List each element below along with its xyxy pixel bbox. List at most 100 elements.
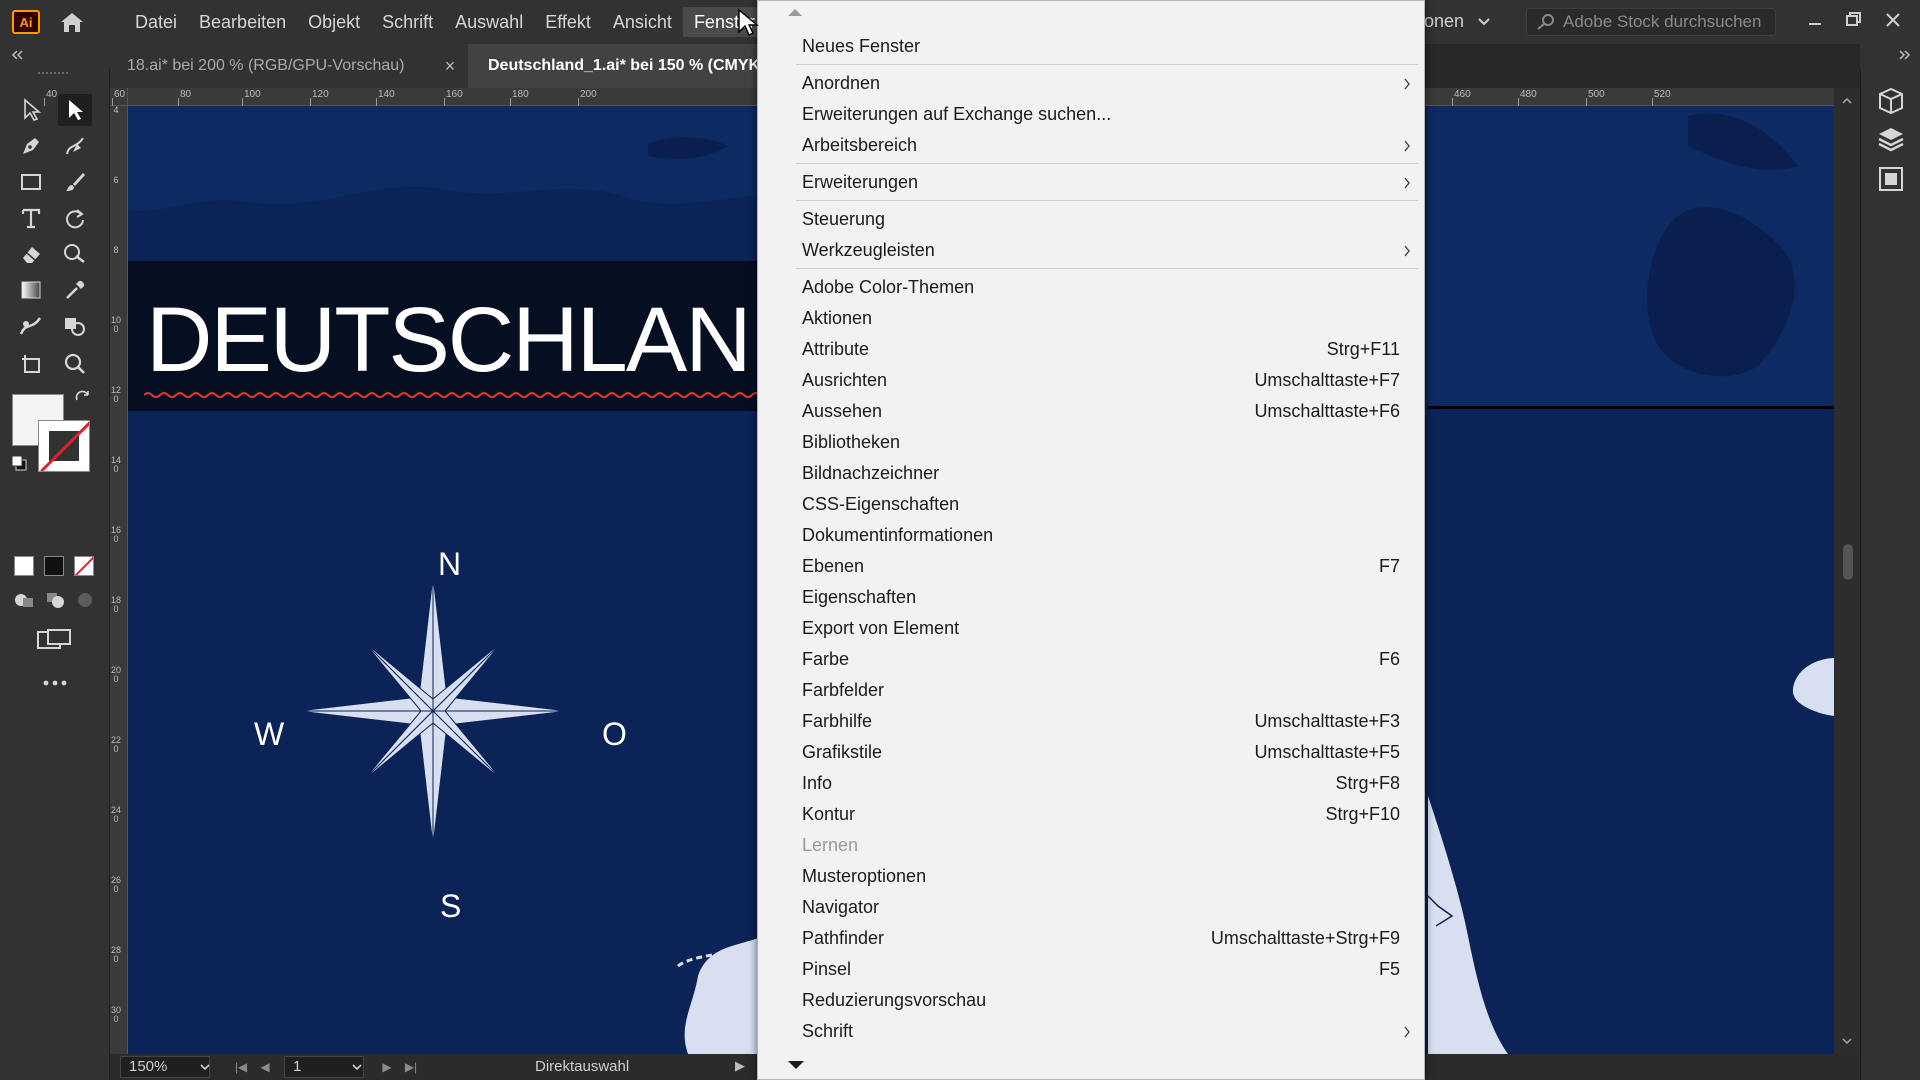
menu-item-ausrichten[interactable]: Ausrichten Umschalttaste+F7	[758, 365, 1426, 396]
draw-inside-icon[interactable]	[74, 590, 98, 610]
type-tool-icon[interactable]	[14, 202, 48, 234]
toolbar-collapse[interactable]	[0, 44, 110, 68]
gradient-tool-icon[interactable]	[14, 274, 48, 306]
screen-mode-icon[interactable]	[36, 628, 72, 652]
status-menu-icon[interactable]: ▶	[735, 1058, 745, 1074]
menu-auswahl[interactable]: Auswahl	[444, 7, 534, 37]
layers-icon[interactable]	[1875, 124, 1907, 154]
menu-item-erweiterungen[interactable]: Erweiterungen	[758, 167, 1426, 198]
compass-north-label[interactable]: N	[438, 546, 461, 583]
artboard-tool-icon[interactable]	[14, 348, 48, 380]
menu-item-bildnachzeichner[interactable]: Bildnachzeichner	[758, 458, 1426, 489]
menu-item-info[interactable]: Info Strg+F8	[758, 768, 1426, 799]
tab-close-icon[interactable]: ×	[440, 56, 460, 76]
artboards-icon[interactable]	[1875, 164, 1907, 194]
menu-item-reduzierungsvorschau[interactable]: Reduzierungsvorschau	[758, 985, 1426, 1016]
chevron-down-icon[interactable]	[350, 1060, 364, 1074]
compass-east-label[interactable]: O	[602, 716, 627, 753]
menu-item-attribute[interactable]: Attribute Strg+F11	[758, 334, 1426, 365]
menu-datei[interactable]: Datei	[124, 7, 188, 37]
vertical-scrollbar[interactable]	[1834, 88, 1860, 1054]
rectangle-tool-icon[interactable]	[14, 166, 48, 198]
menu-item-kontur[interactable]: Kontur Strg+F10	[758, 799, 1426, 830]
next-artboard-icon[interactable]: ▶	[378, 1058, 396, 1076]
menu-item-werkzeugleisten[interactable]: Werkzeugleisten	[758, 235, 1426, 266]
menu-schrift[interactable]: Schrift	[371, 7, 444, 37]
minimize-icon[interactable]	[1800, 6, 1830, 34]
menu-item-adobe-color-themen[interactable]: Adobe Color-Themen	[758, 272, 1426, 303]
zoom-tool-icon[interactable]	[58, 348, 92, 380]
double-chevron-left-icon[interactable]	[8, 46, 28, 66]
menu-item-farbe[interactable]: Farbe F6	[758, 644, 1426, 675]
first-artboard-icon[interactable]: |◀	[232, 1058, 250, 1076]
menu-item-pinsel[interactable]: Pinsel F5	[758, 954, 1426, 985]
restore-icon[interactable]	[1838, 6, 1868, 34]
menu-item-css-eigenschaften[interactable]: CSS-Eigenschaften	[758, 489, 1426, 520]
stock-search-input[interactable]: Adobe Stock durchsuchen	[1526, 8, 1776, 36]
menu-item-musteroptionen[interactable]: Musteroptionen	[758, 861, 1426, 892]
menu-item-navigator[interactable]: Navigator	[758, 892, 1426, 923]
compass-west-label[interactable]: W	[254, 716, 284, 753]
width-tool-icon[interactable]	[58, 238, 92, 270]
more-tools-icon[interactable]	[42, 678, 68, 688]
menu-item-bibliotheken[interactable]: Bibliotheken	[758, 427, 1426, 458]
double-chevron-right-icon[interactable]	[1894, 46, 1914, 66]
zoom-level-field[interactable]: 150%	[120, 1056, 210, 1078]
color-mode-icon[interactable]	[14, 556, 34, 576]
menu-bearbeiten[interactable]: Bearbeiten	[188, 7, 297, 37]
last-artboard-icon[interactable]: ▶|	[402, 1058, 420, 1076]
shape-builder-tool-icon[interactable]	[58, 310, 92, 342]
gradient-mode-icon[interactable]	[44, 556, 64, 576]
home-icon[interactable]	[58, 10, 86, 34]
draw-behind-icon[interactable]	[44, 590, 68, 610]
none-mode-icon[interactable]	[74, 556, 94, 576]
draw-normal-icon[interactable]	[12, 590, 36, 610]
scrollbar-thumb[interactable]	[1843, 544, 1853, 580]
menu-item-farbfelder[interactable]: Farbfelder	[758, 675, 1426, 706]
direct-selection-tool-icon[interactable]	[58, 94, 92, 126]
menu-item-aussehen[interactable]: Aussehen Umschalttaste+F6	[758, 396, 1426, 427]
scroll-down-icon[interactable]	[1841, 1036, 1853, 1046]
eyedropper-tool-icon[interactable]	[58, 274, 92, 306]
libraries-icon[interactable]	[1875, 86, 1907, 116]
close-icon[interactable]	[1878, 6, 1908, 34]
menu-item-steuerung[interactable]: Steuerung	[758, 204, 1426, 235]
panel-grip[interactable]	[38, 72, 68, 76]
menu-item-ebenen[interactable]: Ebenen F7	[758, 551, 1426, 582]
paintbrush-tool-icon[interactable]	[58, 166, 92, 198]
rotate-tool-icon[interactable]	[58, 202, 92, 234]
compass-south-label[interactable]: S	[440, 888, 461, 925]
pen-tool-icon[interactable]	[14, 130, 48, 162]
menu-item-neues-fenster[interactable]: Neues Fenster	[758, 31, 1426, 62]
swap-colors-icon[interactable]	[74, 390, 92, 408]
menu-item-erweiterungen-auf-exchange-suchen[interactable]: Erweiterungen auf Exchange suchen...	[758, 99, 1426, 130]
menu-item-pathfinder[interactable]: Pathfinder Umschalttaste+Strg+F9	[758, 923, 1426, 954]
curvature-tool-icon[interactable]	[58, 130, 92, 162]
panel-collapse[interactable]	[1860, 44, 1920, 68]
map-title-text[interactable]: DEUTSCHLANI	[146, 288, 775, 393]
chevron-down-icon[interactable]	[198, 1060, 212, 1074]
selection-tool-icon[interactable]	[14, 94, 48, 126]
menu-item-farbhilfe[interactable]: Farbhilfe Umschalttaste+F3	[758, 706, 1426, 737]
scroll-up-icon[interactable]	[1841, 96, 1853, 106]
menu-item-grafikstile[interactable]: Grafikstile Umschalttaste+F5	[758, 737, 1426, 768]
menu-item-aktionen[interactable]: Aktionen	[758, 303, 1426, 334]
menu-ansicht[interactable]: Ansicht	[602, 7, 683, 37]
workspace-switcher-label[interactable]: onen	[1424, 11, 1464, 32]
eraser-tool-icon[interactable]	[14, 238, 48, 270]
compass-rose-icon[interactable]	[298, 576, 568, 846]
menu-item-export-von-element[interactable]: Export von Element	[758, 613, 1426, 644]
previous-artboard-icon[interactable]: ◀	[256, 1058, 274, 1076]
chevron-down-icon[interactable]	[1476, 12, 1492, 32]
vertical-ruler[interactable]: 4 6 8 100 120 140 160 180 200 220 240 260 280 300	[110, 106, 128, 1054]
menu-effekt[interactable]: Effekt	[534, 7, 602, 37]
menu-item-arbeitsbereich[interactable]: Arbeitsbereich	[758, 130, 1426, 161]
stroke-color-swatch[interactable]	[38, 420, 90, 472]
menu-scroll-down-icon[interactable]	[788, 1061, 804, 1069]
default-colors-icon[interactable]	[10, 454, 28, 472]
tab-document-18[interactable]: 18.ai* bei 200 % (RGB/GPU-Vorschau) ×	[110, 44, 468, 88]
puppet-warp-tool-icon[interactable]	[14, 310, 48, 342]
menu-item-eigenschaften[interactable]: Eigenschaften	[758, 582, 1426, 613]
menu-item-anordnen[interactable]: Anordnen	[758, 68, 1426, 99]
menu-scroll-up-icon[interactable]	[788, 9, 802, 16]
